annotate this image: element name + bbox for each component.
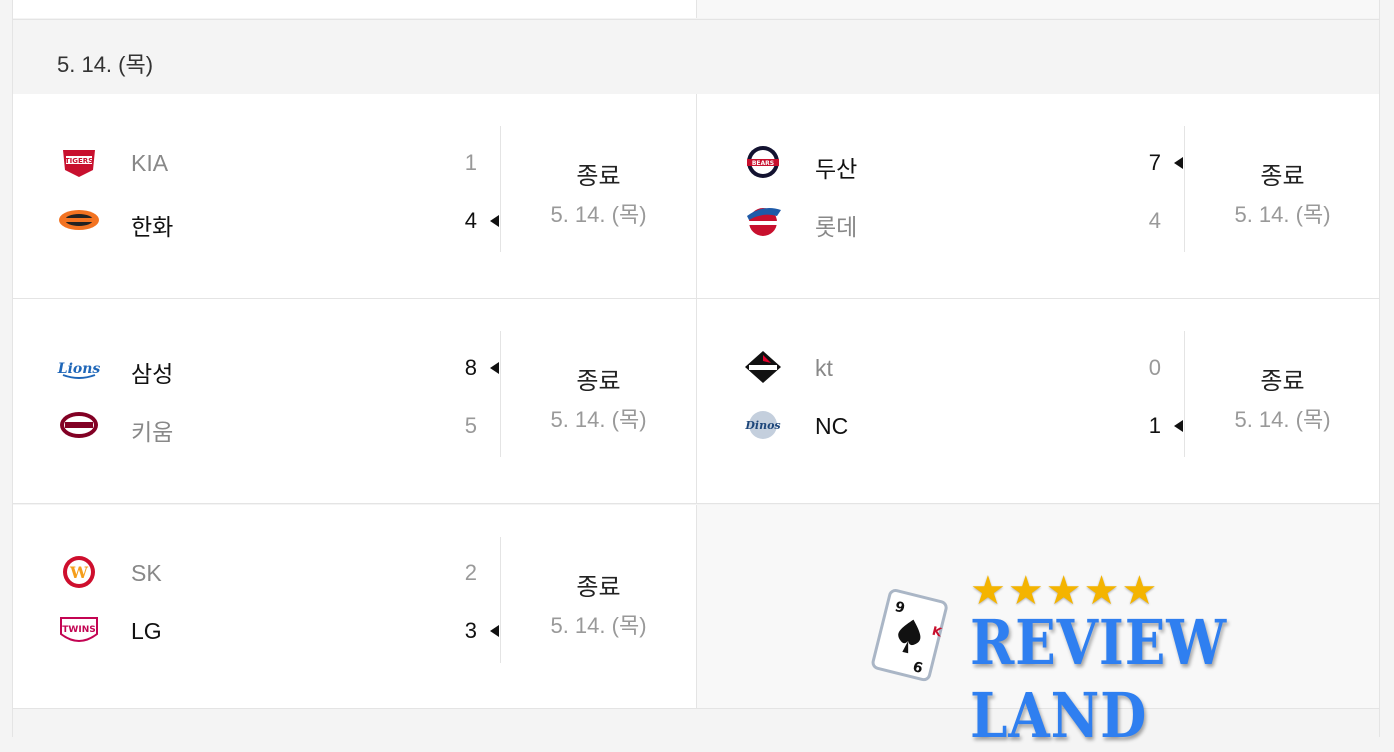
svg-text:Dinos: Dinos <box>744 419 780 432</box>
team-score: 4 <box>1148 208 1161 233</box>
svg-text:BEARS: BEARS <box>752 160 774 167</box>
team-name: SK <box>131 560 162 586</box>
date-header: 5. 14. (목) <box>13 19 1379 95</box>
status-date: 5. 14. (목) <box>1234 407 1331 432</box>
team-score: 3 <box>464 618 477 643</box>
watermark-overlay: 9 6 K ★★★★★ REVIEW LAND <box>848 568 1348 752</box>
team-name: 삼성 <box>131 361 174 387</box>
team-row: Lions 삼성 8 <box>13 347 501 387</box>
status-label: 종료 <box>576 163 621 190</box>
game-card-kia-hanwha[interactable]: TIGERS KIA 1 한화 4 종료 5. 14. (목) <box>13 94 697 299</box>
team-name: 한화 <box>131 214 174 240</box>
team-score: 7 <box>1148 150 1161 175</box>
status-date: 5. 14. (목) <box>550 407 647 432</box>
game-status: 종료 5. 14. (목) <box>501 361 696 434</box>
team-row: 한화 4 <box>13 200 501 240</box>
team-row: TIGERS KIA 1 <box>13 142 501 182</box>
team-score: 1 <box>1148 413 1161 438</box>
team-row: 키움 5 <box>13 405 501 445</box>
tigers-logo: TIGERS <box>57 144 101 180</box>
team-row: BEARS 두산 7 <box>697 142 1185 182</box>
status-date: 5. 14. (목) <box>1234 202 1331 227</box>
dinos-logo: Dinos <box>741 407 785 443</box>
team-score: 1 <box>464 150 477 175</box>
game-status: 종료 5. 14. (목) <box>501 567 696 640</box>
game-status: 종료 5. 14. (목) <box>501 156 696 229</box>
team-name: 키움 <box>131 419 174 445</box>
previous-row-strip <box>13 0 1379 18</box>
winner-marker-icon <box>490 625 499 637</box>
winner-marker-icon <box>1174 157 1183 169</box>
eagles-logo <box>57 202 101 238</box>
wyverns-logo: W <box>57 554 101 590</box>
team-row: W SK 2 <box>13 552 501 592</box>
winner-marker-icon <box>1174 420 1183 432</box>
status-date: 5. 14. (목) <box>550 202 647 227</box>
team-score: 2 <box>464 560 477 585</box>
brand-logo-text: REVIEW LAND <box>970 606 1227 752</box>
team-score: 5 <box>464 413 477 438</box>
wiz-logo <box>741 349 785 385</box>
team-row: Dinos NC 1 <box>697 405 1185 445</box>
team-name: LG <box>131 618 162 644</box>
team-name: KIA <box>131 150 169 176</box>
team-name: kt <box>815 355 833 381</box>
game-card-doosan-lotte[interactable]: BEARS 두산 7 롯데 4 종료 5. 14. (목) <box>697 94 1379 299</box>
team-row: TWINS LG 3 <box>13 610 501 650</box>
game-status: 종료 5. 14. (목) <box>1185 361 1380 434</box>
winner-marker-icon <box>490 215 499 227</box>
game-card-kt-nc[interactable]: kt 0 Dinos NC 1 종료 5. 14. (목) <box>697 299 1379 504</box>
game-status: 종료 5. 14. (목) <box>1185 156 1380 229</box>
status-label: 종료 <box>576 574 621 601</box>
date-header-label: 5. 14. (목) <box>57 52 154 77</box>
status-label: 종료 <box>576 368 621 395</box>
team-row: 롯데 4 <box>697 200 1185 240</box>
svg-text:TWINS: TWINS <box>62 625 95 635</box>
team-name: 두산 <box>815 156 858 182</box>
status-label: 종료 <box>1260 163 1305 190</box>
game-card-sk-lg[interactable]: W SK 2 TWINS LG 3 종료 5. 14. (목) <box>13 505 697 709</box>
team-name: NC <box>815 413 849 439</box>
team-score: 8 <box>464 355 477 380</box>
lions-logo: Lions <box>57 349 101 385</box>
team-name: 롯데 <box>815 214 858 240</box>
team-row: kt 0 <box>697 347 1185 387</box>
team-score: 0 <box>1148 355 1161 380</box>
twins-logo: TWINS <box>57 612 101 648</box>
team-score: 4 <box>464 208 477 233</box>
game-card-samsung-kiwoom[interactable]: Lions 삼성 8 키움 5 종료 5. 14. (목) <box>13 299 697 504</box>
svg-text:W: W <box>69 563 89 582</box>
heroes-logo <box>57 407 101 443</box>
bears-logo: BEARS <box>741 144 785 180</box>
winner-marker-icon <box>490 362 499 374</box>
status-date: 5. 14. (목) <box>550 613 647 638</box>
svg-text:TIGERS: TIGERS <box>65 157 93 165</box>
playing-card-icon: 9 6 K <box>858 586 968 691</box>
giants-logo <box>741 202 785 238</box>
status-label: 종료 <box>1260 368 1305 395</box>
